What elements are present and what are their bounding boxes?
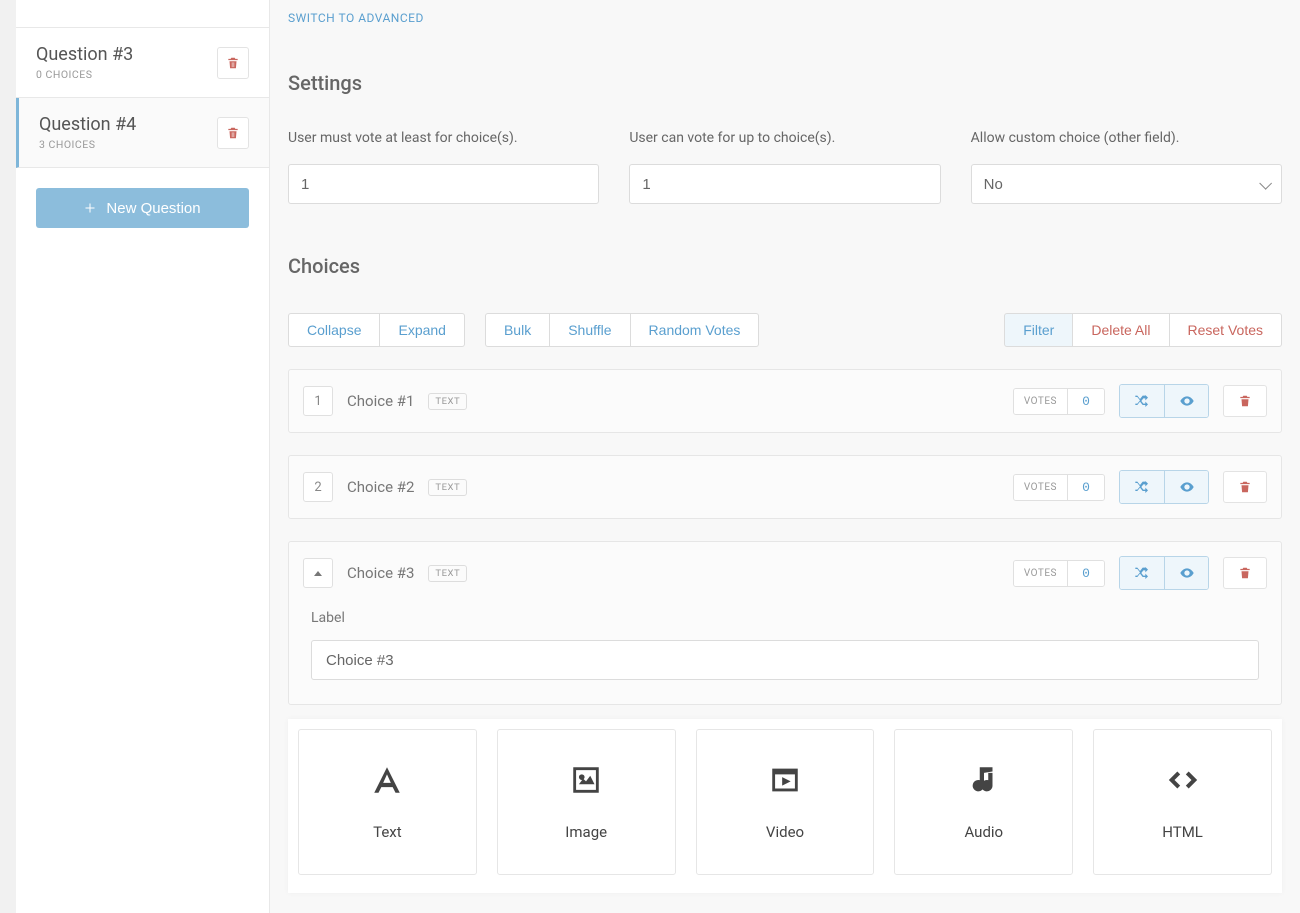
choice-type-tag: TEXT (428, 393, 467, 410)
image-icon (569, 763, 603, 797)
eye-icon (1179, 479, 1195, 495)
sidebar-top-spacer (16, 0, 269, 28)
random-votes-button[interactable]: Random Votes (631, 313, 760, 347)
audio-icon (967, 763, 1001, 797)
choice-row: 2 Choice #2 TEXT VOTES 0 (288, 455, 1282, 519)
new-question-button[interactable]: New Question (36, 188, 249, 228)
collapse-button[interactable]: Collapse (288, 313, 380, 347)
custom-choice-select[interactable]: No (971, 164, 1282, 204)
question-subtitle: 0 CHOICES (36, 68, 133, 81)
choice-type-tag: TEXT (428, 479, 467, 496)
code-icon (1166, 763, 1200, 797)
delete-choice-button[interactable] (1223, 385, 1267, 417)
choice-name: Choice #1 (347, 392, 414, 410)
choice-name: Choice #3 (347, 564, 414, 582)
media-card-image[interactable]: Image (497, 729, 676, 875)
media-label: Video (766, 823, 804, 841)
delete-question-button[interactable] (217, 117, 249, 149)
sidebar-question-3[interactable]: Question #3 0 CHOICES (16, 28, 269, 98)
choice-row: 1 Choice #1 TEXT VOTES 0 (288, 369, 1282, 433)
trash-icon (1238, 480, 1252, 494)
delete-question-button[interactable] (217, 47, 249, 79)
switch-to-advanced-link[interactable]: SWITCH TO ADVANCED (288, 11, 424, 25)
shuffle-icon (1134, 393, 1150, 409)
votes-label: VOTES (1014, 475, 1068, 500)
choice-index[interactable]: 2 (303, 472, 333, 502)
trash-icon (1238, 566, 1252, 580)
eye-icon (1179, 393, 1195, 409)
votes-value: 0 (1068, 561, 1104, 586)
settings-heading: Settings (288, 71, 1282, 95)
min-votes-label: User must vote at least for choice(s). (288, 130, 599, 146)
shuffle-choice-button[interactable] (1120, 471, 1164, 503)
media-type-cards: Text Image Video Audio HTML (288, 719, 1282, 893)
shuffle-button[interactable]: Shuffle (550, 313, 630, 347)
choice-label-input[interactable] (311, 640, 1259, 680)
sidebar-question-4[interactable]: Question #4 3 CHOICES (16, 98, 269, 168)
trash-icon (1238, 394, 1252, 408)
collapse-toggle[interactable] (303, 558, 333, 588)
text-icon (370, 763, 404, 797)
max-votes-label: User can vote for up to choice(s). (629, 130, 940, 146)
shuffle-icon (1134, 565, 1150, 581)
choice-label-field-label: Label (311, 610, 1259, 626)
trash-icon (226, 56, 240, 70)
votes-value: 0 (1068, 475, 1104, 500)
choice-name: Choice #2 (347, 478, 414, 496)
media-card-text[interactable]: Text (298, 729, 477, 875)
delete-choice-button[interactable] (1223, 471, 1267, 503)
votes-box: VOTES 0 (1013, 560, 1105, 587)
trash-icon (226, 126, 240, 140)
expand-button[interactable]: Expand (380, 313, 464, 347)
custom-choice-label: Allow custom choice (other field). (971, 130, 1282, 146)
preview-choice-button[interactable] (1164, 557, 1208, 589)
media-label: Image (565, 823, 607, 841)
filter-button[interactable]: Filter (1004, 313, 1073, 347)
plus-icon (84, 202, 96, 214)
main-panel: SWITCH TO ADVANCED Settings User must vo… (270, 0, 1300, 913)
media-card-html[interactable]: HTML (1093, 729, 1272, 875)
shuffle-icon (1134, 479, 1150, 495)
choices-heading: Choices (288, 254, 1282, 278)
media-card-audio[interactable]: Audio (894, 729, 1073, 875)
max-votes-input[interactable] (629, 164, 940, 204)
choice-type-tag: TEXT (428, 565, 467, 582)
bulk-button[interactable]: Bulk (485, 313, 550, 347)
new-question-label: New Question (106, 200, 200, 217)
votes-box: VOTES 0 (1013, 388, 1105, 415)
sidebar: Question #3 0 CHOICES Question #4 3 CHOI… (16, 0, 270, 913)
media-label: HTML (1162, 823, 1203, 841)
video-icon (768, 763, 802, 797)
min-votes-input[interactable] (288, 164, 599, 204)
question-title: Question #4 (39, 114, 136, 135)
shuffle-choice-button[interactable] (1120, 385, 1164, 417)
votes-label: VOTES (1014, 561, 1068, 586)
preview-choice-button[interactable] (1164, 471, 1208, 503)
eye-icon (1179, 565, 1195, 581)
question-subtitle: 3 CHOICES (39, 138, 136, 151)
media-label: Text (373, 823, 402, 841)
media-label: Audio (964, 823, 1003, 841)
question-title: Question #3 (36, 44, 133, 65)
delete-all-button[interactable]: Delete All (1073, 313, 1169, 347)
choice-row-expanded: Choice #3 TEXT VOTES 0 (288, 541, 1282, 705)
shuffle-choice-button[interactable] (1120, 557, 1164, 589)
preview-choice-button[interactable] (1164, 385, 1208, 417)
votes-label: VOTES (1014, 389, 1068, 414)
media-card-video[interactable]: Video (696, 729, 875, 875)
votes-box: VOTES 0 (1013, 474, 1105, 501)
votes-value: 0 (1068, 389, 1104, 414)
reset-votes-button[interactable]: Reset Votes (1170, 313, 1283, 347)
choice-index[interactable]: 1 (303, 386, 333, 416)
delete-choice-button[interactable] (1223, 557, 1267, 589)
